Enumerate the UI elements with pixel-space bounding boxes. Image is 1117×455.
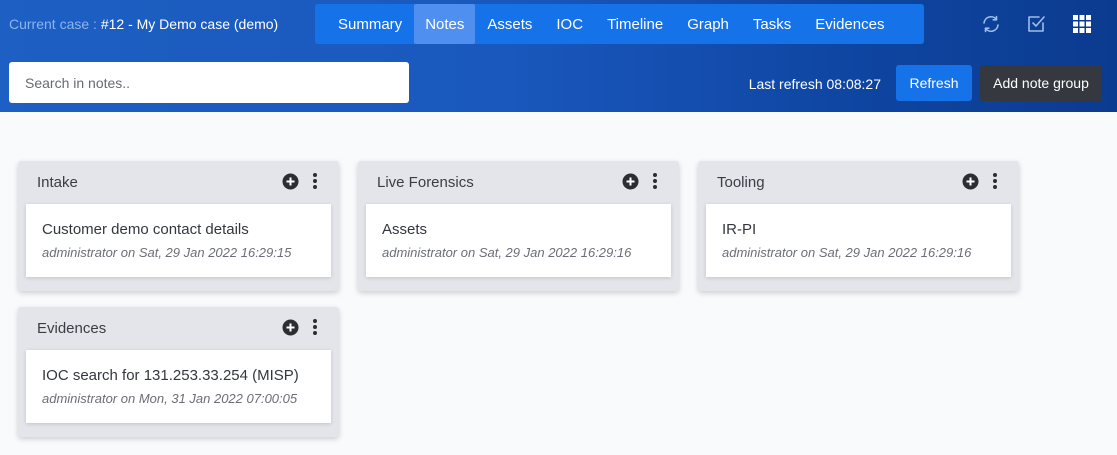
tab-summary[interactable]: Summary [326,4,414,44]
group-menu-icon[interactable] [312,172,318,190]
note-group-intake: Intake Customer demo contact details adm… [18,161,339,291]
group-title: Evidences [37,320,107,337]
note-card[interactable]: IR-PI administrator on Sat, 29 Jan 2022 … [706,204,1011,277]
tab-evidences[interactable]: Evidences [803,4,896,44]
group-title: Intake [37,174,78,191]
last-refresh-label: Last refresh 08:08:27 [748,76,881,92]
current-case-label: Current case : #12 - My Demo case (demo) [9,16,278,32]
note-group-tooling: Tooling IR-PI administrator on Sat, 29 J… [698,161,1019,291]
tab-ioc[interactable]: IOC [544,4,595,44]
note-group-live-forensics: Live Forensics Assets administrator on S… [358,161,679,291]
search-notes-input[interactable] [9,62,409,103]
group-menu-icon[interactable] [312,318,318,336]
top-header: Current case : #12 - My Demo case (demo)… [0,0,1117,112]
grid-icon[interactable] [1071,13,1093,35]
group-title: Live Forensics [377,174,474,191]
tab-timeline[interactable]: Timeline [595,4,675,44]
note-meta: administrator on Sat, 29 Jan 2022 16:29:… [42,245,292,260]
note-title: IOC search for 131.253.33.254 (MISP) [42,367,299,384]
note-group-evidences: Evidences IOC search for 131.253.33.254 … [18,307,339,437]
add-note-icon[interactable] [622,173,639,190]
add-note-group-button[interactable]: Add note group [980,65,1102,101]
case-name[interactable]: #12 - My Demo case (demo) [101,16,278,32]
sync-icon[interactable] [980,13,1002,35]
add-note-icon[interactable] [282,173,299,190]
group-title: Tooling [717,174,765,191]
group-menu-icon[interactable] [652,172,658,190]
refresh-button[interactable]: Refresh [896,65,972,101]
tab-assets[interactable]: Assets [475,4,544,44]
tab-notes[interactable]: Notes [414,4,476,44]
checkbox-icon[interactable] [1025,13,1047,35]
group-menu-icon[interactable] [992,172,998,190]
tab-tasks[interactable]: Tasks [741,4,803,44]
add-note-icon[interactable] [962,173,979,190]
case-prefix: Current case : [9,16,101,32]
note-card[interactable]: IOC search for 131.253.33.254 (MISP) adm… [26,350,331,423]
note-title: Customer demo contact details [42,221,249,238]
note-title: IR-PI [722,221,757,238]
note-title: Assets [382,221,428,238]
case-nav: Summary Notes Assets IOC Timeline Graph … [315,4,924,44]
note-meta: administrator on Sat, 29 Jan 2022 16:29:… [382,245,632,260]
tab-graph[interactable]: Graph [675,4,741,44]
note-meta: administrator on Sat, 29 Jan 2022 16:29:… [722,245,972,260]
add-note-icon[interactable] [282,319,299,336]
note-meta: administrator on Mon, 31 Jan 2022 07:00:… [42,391,298,406]
note-card[interactable]: Customer demo contact details administra… [26,204,331,277]
note-card[interactable]: Assets administrator on Sat, 29 Jan 2022… [366,204,671,277]
